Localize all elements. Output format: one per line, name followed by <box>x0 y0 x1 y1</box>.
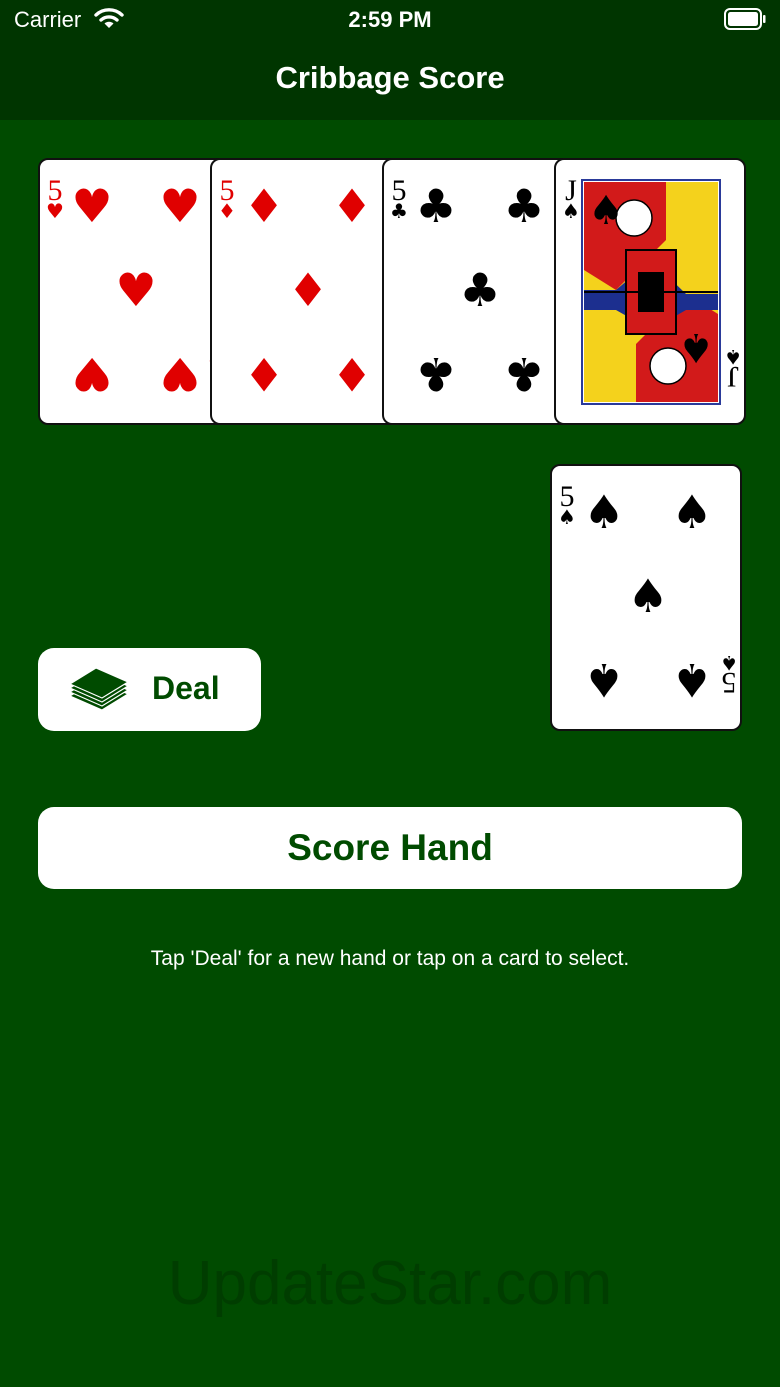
playing-card-5-of-diamonds[interactable]: 5♦5♦♦♦♦♦♦ <box>210 158 402 425</box>
card-index-suit-icon: ♥ <box>46 199 64 223</box>
hearts-pip-icon: ♥ <box>159 347 200 401</box>
diamonds-pip-icon: ♦ <box>331 347 372 401</box>
clubs-pip-icon: ♣ <box>503 179 544 233</box>
hearts-pip-icon: ♥ <box>115 263 156 317</box>
card-index-suit-icon: ♠ <box>562 199 580 223</box>
hint-text: Tap 'Deal' for a new hand or tap on a ca… <box>150 947 630 970</box>
card-index-suit-icon: ♠ <box>558 505 576 529</box>
clubs-pip-icon: ♣ <box>415 179 456 233</box>
card-index-suit-icon: ♠ <box>720 651 738 675</box>
diamonds-pip-icon: ♦ <box>243 347 284 401</box>
score-hand-button[interactable]: Score Hand <box>38 807 742 889</box>
spades-pip-icon: ♠ <box>671 485 712 539</box>
diamonds-pip-icon: ♦ <box>287 263 328 317</box>
hearts-pip-icon: ♥ <box>71 179 112 233</box>
status-time: 2:59 PM <box>348 7 432 32</box>
face-suit-icon: ♠ <box>588 188 624 234</box>
card-index-suit-icon: ♦ <box>218 199 236 223</box>
spades-pip-icon: ♠ <box>583 485 624 539</box>
playing-card-j-of-spades[interactable]: J ♠ J ♠ ♠ ♠ <box>554 158 746 425</box>
watermark: UpdateStar.com <box>167 1249 613 1318</box>
status-bar: Carrier 2:59 PM <box>0 0 780 40</box>
spades-pip-icon: ♠ <box>627 569 668 623</box>
hearts-pip-icon: ♥ <box>71 347 112 401</box>
card-index-suit-icon: ♠ <box>724 345 742 369</box>
playing-card-5-of-hearts[interactable]: 5♥5♥♥♥♥♥♥ <box>38 158 230 425</box>
navigation-bar: Carrier 2:59 PM Cribbage Score <box>0 0 780 120</box>
clubs-pip-icon: ♣ <box>459 263 500 317</box>
spades-pip-icon: ♠ <box>671 653 712 707</box>
hearts-pip-icon: ♥ <box>159 179 200 233</box>
battery-icon <box>724 8 766 30</box>
playing-card-5-of-clubs[interactable]: 5♣5♣♣♣♣♣♣ <box>382 158 574 425</box>
face-suit-icon: ♠ <box>678 324 714 370</box>
diamonds-pip-icon: ♦ <box>243 179 284 233</box>
clubs-pip-icon: ♣ <box>415 347 456 401</box>
playing-card-5-of-spades[interactable]: 5 ♠ 5 ♠ ♠ ♠ ♠ ♠ ♠ <box>550 464 742 731</box>
score-hand-button-label: Score Hand <box>287 827 493 868</box>
page-title: Cribbage Score <box>275 60 505 95</box>
clubs-pip-icon: ♣ <box>503 347 544 401</box>
spades-pip-icon: ♠ <box>583 653 624 707</box>
diamonds-pip-icon: ♦ <box>331 179 372 233</box>
deal-button[interactable]: Deal <box>38 648 261 731</box>
deal-button-label: Deal <box>152 670 220 706</box>
card-index-suit-icon: ♣ <box>390 199 408 223</box>
card-deck-icon <box>66 664 132 719</box>
